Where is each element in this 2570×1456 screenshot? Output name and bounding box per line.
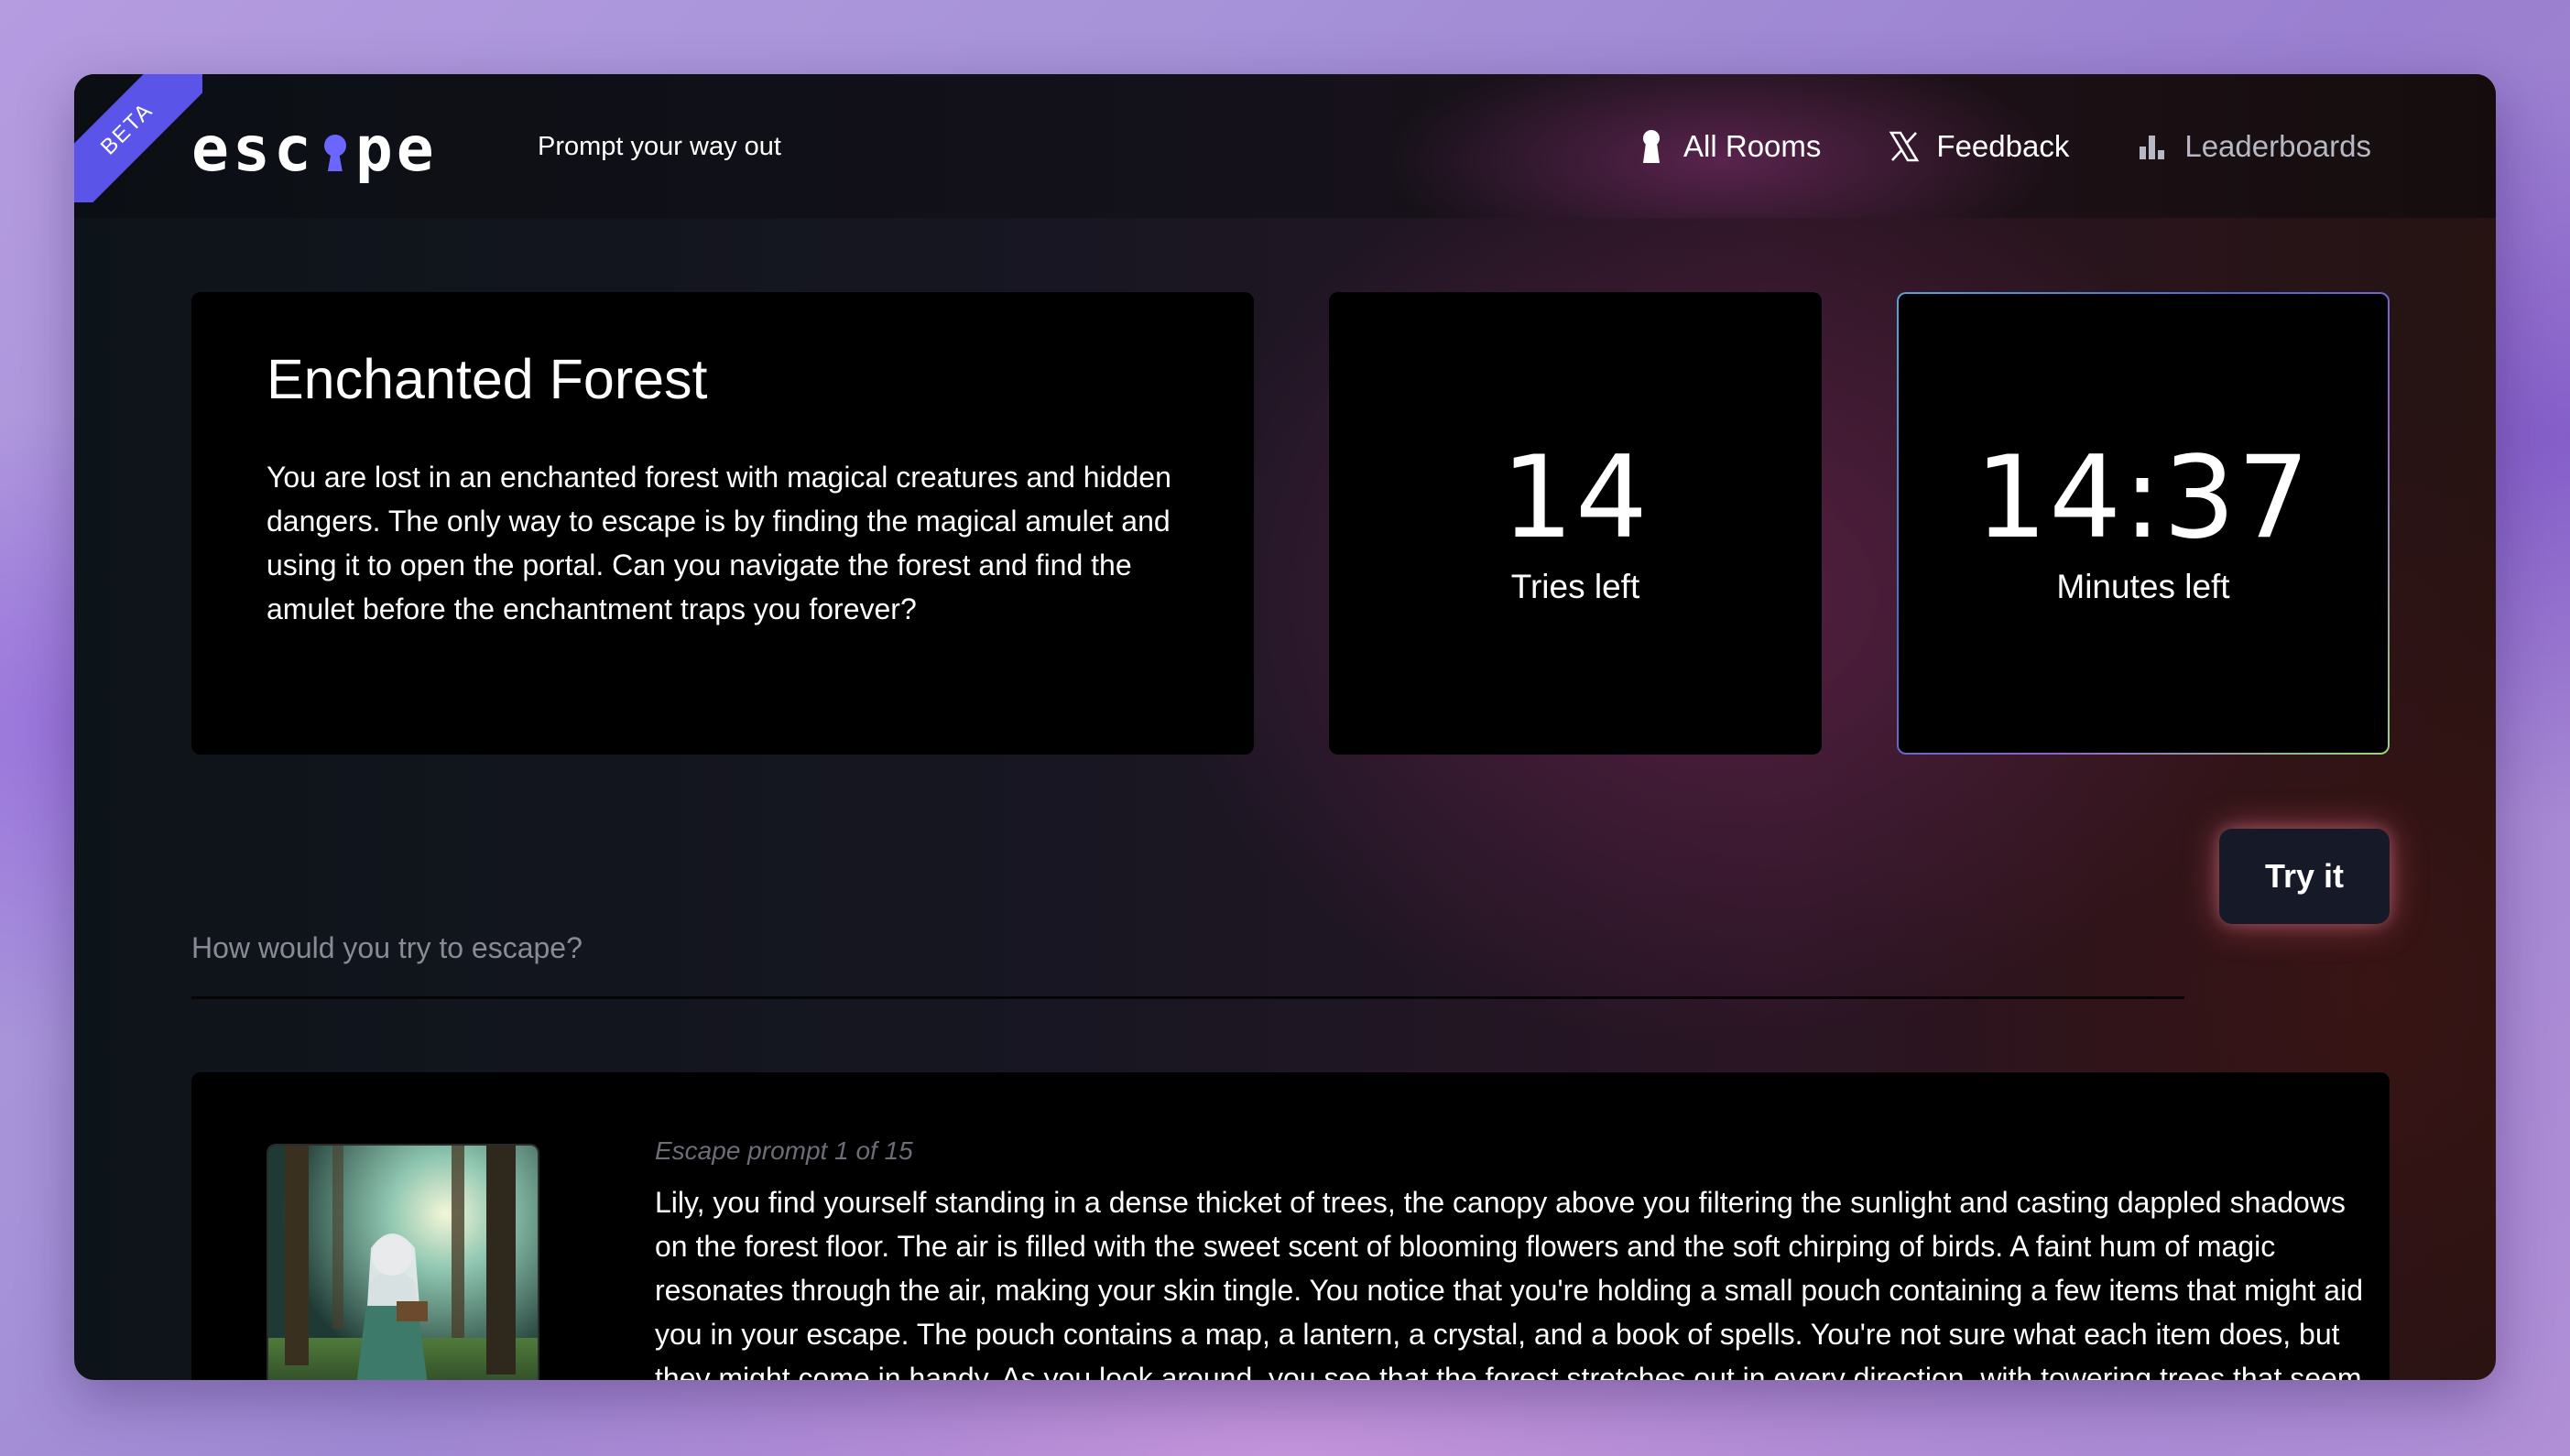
room-title: Enchanted Forest [267,348,708,410]
header: BETA esc pe Prompt your way out All Room… [74,74,2496,218]
timer-card: 14:37 Minutes left [1897,292,2390,755]
nav-leaderboards-label: Leaderboards [2184,128,2371,163]
top-nav: All Rooms Feedback Leaderboards [1636,74,2371,218]
nav-feedback[interactable]: Feedback [1889,128,2069,165]
keyhole-icon [1643,129,1661,163]
nav-all-rooms-label: All Rooms [1683,128,1822,163]
timer-value: 14:37 [1975,431,2312,564]
nav-feedback-label: Feedback [1936,128,2070,163]
tries-card: 14 Tries left [1329,292,1822,755]
scene-image [267,1144,539,1380]
timer-label: Minutes left [2056,567,2230,605]
x-logo-icon [1889,131,1920,161]
app-window: BETA esc pe Prompt your way out All Room… [74,74,2496,1380]
tries-value: 14 [1501,431,1650,564]
bar-chart-icon [2140,135,2165,159]
logo-text-end: pe [354,113,438,186]
nav-leaderboards[interactable]: Leaderboards [2137,128,2371,165]
tagline: Prompt your way out [538,132,781,161]
beta-ribbon: BETA [74,74,202,202]
logo[interactable]: esc pe [191,113,438,186]
forest-elf-illustration [268,1146,538,1380]
logo-text-start: esc [191,113,315,186]
prompt-counter: Escape prompt 1 of 15 [655,1136,913,1165]
escape-prompt-input[interactable] [191,854,2184,996]
beta-label: BETA [74,74,202,202]
response-text: Lily, you find yourself standing in a de… [655,1186,2363,1380]
nav-all-rooms[interactable]: All Rooms [1636,128,1821,165]
try-it-button[interactable]: Try it [2219,829,2390,924]
tries-label: Tries left [1510,567,1640,605]
prompt-field [191,854,2184,999]
keyhole-logo-icon [317,120,354,179]
room-card: Enchanted Forest You are lost in an ench… [191,292,1254,755]
response-card: Escape prompt 1 of 15 Lily, you find you… [191,1072,2390,1380]
room-description: You are lost in an enchanted forest with… [267,461,1171,625]
